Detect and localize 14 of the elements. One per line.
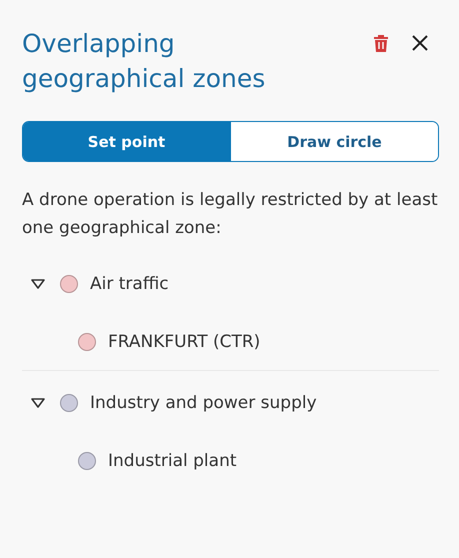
mode-tab[interactable]: Draw circle bbox=[230, 122, 438, 161]
collapse-caret-icon[interactable] bbox=[30, 397, 46, 409]
delete-button[interactable] bbox=[373, 34, 389, 52]
close-button[interactable] bbox=[411, 34, 429, 52]
zone-label: FRANKFURT (CTR) bbox=[108, 332, 260, 352]
zone-label: Industrial plant bbox=[108, 451, 237, 471]
collapse-caret-icon[interactable] bbox=[30, 278, 46, 290]
zone-group-label: Industry and power supply bbox=[90, 393, 317, 413]
mode-tab[interactable]: Set point bbox=[23, 122, 230, 161]
close-icon bbox=[411, 34, 429, 52]
description-text: A drone operation is legally restricted by at least one geographical zone: bbox=[22, 189, 439, 240]
zone-group-label: Air traffic bbox=[90, 274, 169, 294]
panel-title: Overlapping geographical zones bbox=[22, 28, 266, 95]
trash-icon bbox=[373, 34, 389, 52]
